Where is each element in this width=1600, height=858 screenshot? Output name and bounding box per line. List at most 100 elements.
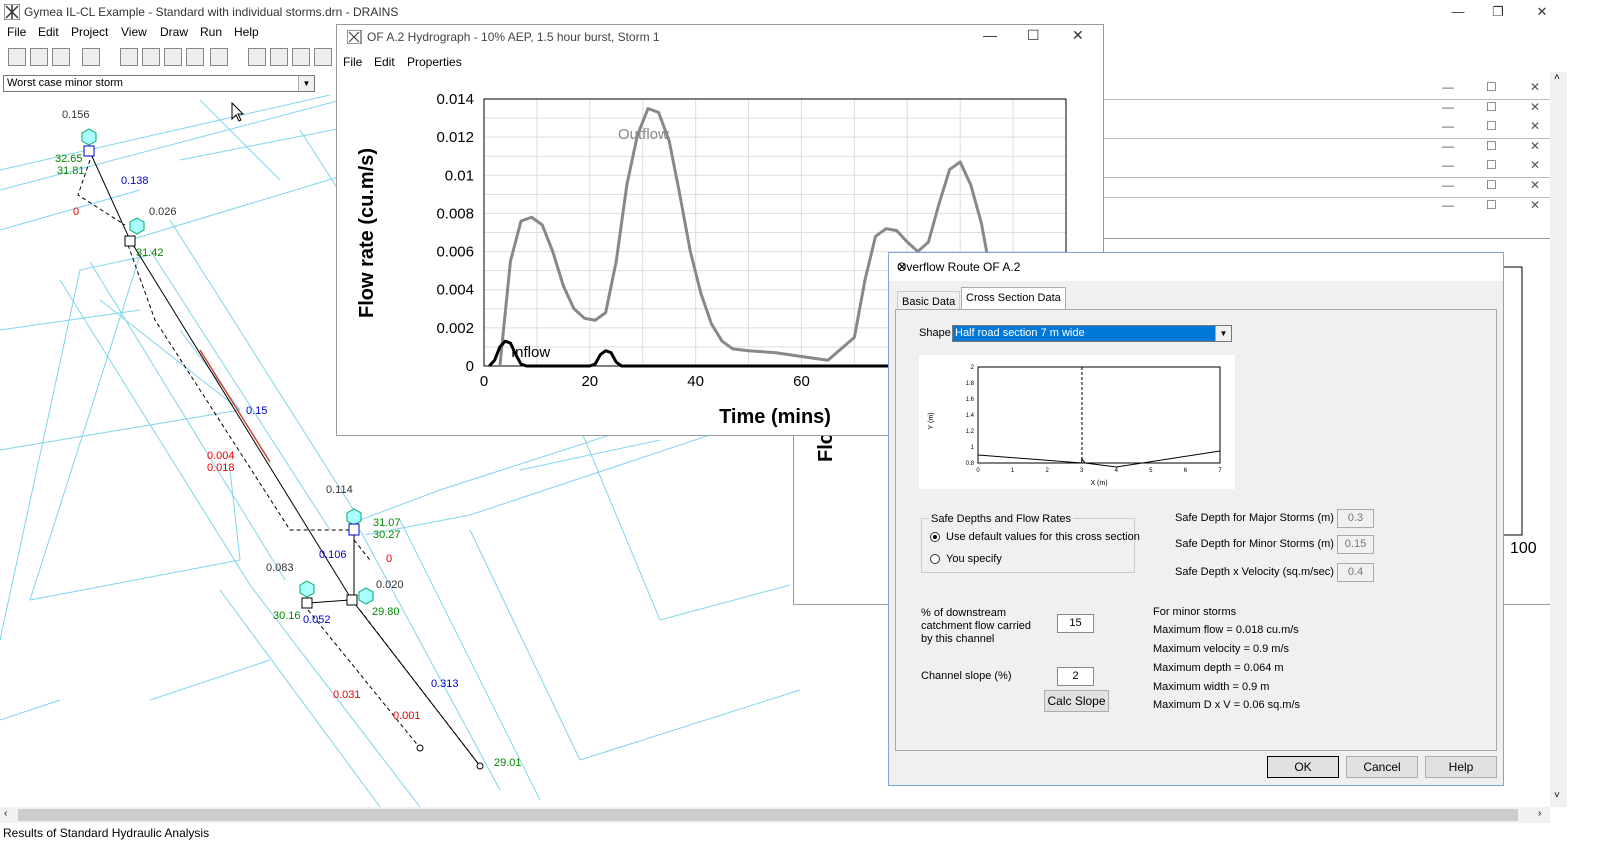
child-window-6[interactable]: — ☐ ✕: [1102, 178, 1552, 198]
restore-icon[interactable]: ☐: [1486, 119, 1497, 133]
close-button[interactable]: ✕: [1520, 2, 1564, 22]
close-icon[interactable]: ✕: [1530, 80, 1540, 94]
channel-tool-icon[interactable]: [186, 48, 204, 66]
horizontal-scrollbar[interactable]: ‹ ›: [0, 807, 1550, 823]
outlet-2-icon[interactable]: [476, 762, 484, 770]
channel-slope-input[interactable]: 2: [1057, 667, 1094, 686]
restore-icon[interactable]: ☐: [1486, 158, 1497, 172]
pct-flow-input[interactable]: 15: [1057, 614, 1094, 633]
close-icon[interactable]: ✕: [1530, 178, 1540, 192]
radio-default-values[interactable]: [930, 532, 940, 542]
safe-major-field[interactable]: 0.3: [1337, 509, 1374, 528]
pipe-tool-icon[interactable]: [270, 48, 288, 66]
scroll-left-icon[interactable]: ‹: [4, 808, 7, 819]
restore-icon[interactable]: ☐: [1486, 100, 1497, 114]
child-window-5[interactable]: — ☐ ✕: [1102, 158, 1552, 178]
minimize-icon[interactable]: —: [1442, 139, 1454, 153]
pit-tool-icon[interactable]: [142, 48, 160, 66]
tab-cross-section-data[interactable]: Cross Section Data: [961, 287, 1066, 310]
node-5-icon[interactable]: [358, 587, 374, 605]
cancel-button[interactable]: Cancel: [1346, 756, 1418, 778]
storage-tool-icon[interactable]: [164, 48, 182, 66]
node-2-icon[interactable]: [129, 217, 145, 235]
menu-view[interactable]: View: [121, 25, 147, 39]
scroll-thumb[interactable]: [18, 809, 1518, 821]
shape-select[interactable]: Half road section 7 m wide ▼: [952, 325, 1232, 342]
storm-select[interactable]: Worst case minor storm ▼: [3, 75, 315, 92]
pit-2-icon[interactable]: [124, 235, 136, 247]
grid-tool-icon[interactable]: [210, 48, 228, 66]
help-button[interactable]: Help: [1425, 756, 1497, 778]
close-icon[interactable]: ✕: [1530, 198, 1540, 212]
chevron-down-icon[interactable]: ▼: [1215, 326, 1231, 341]
pit-1-icon[interactable]: [83, 145, 95, 157]
close-icon[interactable]: ✕: [1530, 100, 1540, 114]
outlet-tool-icon[interactable]: [248, 48, 266, 66]
hydro-menu-file[interactable]: File: [343, 55, 362, 69]
node-tool-icon[interactable]: [120, 48, 138, 66]
child-window-4[interactable]: — ☐ ✕: [1102, 139, 1552, 159]
menu-project[interactable]: Project: [71, 25, 108, 39]
close-icon[interactable]: ✕: [1530, 119, 1540, 133]
label: 30.27: [373, 529, 401, 541]
scroll-right-icon[interactable]: ›: [1538, 808, 1541, 819]
menu-file[interactable]: File: [7, 25, 26, 39]
restore-icon[interactable]: ☐: [1486, 178, 1497, 192]
node-3-icon[interactable]: [346, 508, 362, 526]
menu-edit[interactable]: Edit: [38, 25, 59, 39]
safe-minor-field[interactable]: 0.15: [1337, 535, 1374, 554]
maximize-button[interactable]: ☐: [1027, 27, 1040, 44]
hydro-menu-properties[interactable]: Properties: [407, 55, 462, 69]
radio-you-specify[interactable]: [930, 554, 940, 564]
overflow-route-dialog[interactable]: Overflow Route OF A.2 ✕ Basic Data Cross…: [888, 252, 1504, 786]
child-window-7[interactable]: — ☐ ✕: [1102, 198, 1552, 239]
minimize-icon[interactable]: —: [1442, 178, 1454, 192]
restore-icon[interactable]: ☐: [1486, 80, 1497, 94]
x-tick-label: 0: [480, 373, 488, 390]
node-4-icon[interactable]: [299, 580, 315, 598]
tab-basic-data[interactable]: Basic Data: [897, 291, 961, 311]
minimize-icon[interactable]: —: [1442, 198, 1454, 212]
close-button[interactable]: ✕: [1072, 27, 1084, 44]
menu-help[interactable]: Help: [234, 25, 259, 39]
pit-3-icon[interactable]: [348, 523, 360, 536]
ok-button[interactable]: OK: [1267, 756, 1339, 778]
vertical-scrollbar[interactable]: ˄ ˅: [1550, 72, 1567, 807]
minimize-icon[interactable]: —: [1442, 158, 1454, 172]
close-icon[interactable]: ✕: [1530, 139, 1540, 153]
scroll-down-icon[interactable]: ˅: [1554, 790, 1560, 801]
xsec-x-tick: 3: [1080, 468, 1084, 474]
hydro-menu-edit[interactable]: Edit: [374, 55, 395, 69]
restore-button[interactable]: ❐: [1476, 2, 1520, 22]
minimize-button[interactable]: —: [983, 27, 997, 43]
child-window-3[interactable]: — ☐ ✕: [1102, 119, 1552, 139]
close-icon[interactable]: ✕: [897, 260, 1495, 274]
open-file-icon[interactable]: [30, 48, 48, 66]
overflow-tool-icon[interactable]: [292, 48, 310, 66]
close-icon[interactable]: ✕: [1530, 158, 1540, 172]
pit-4-icon[interactable]: [301, 597, 313, 609]
new-file-icon[interactable]: [8, 48, 26, 66]
child-window-2[interactable]: — ☐ ✕: [1102, 100, 1552, 120]
minimize-icon[interactable]: —: [1442, 100, 1454, 114]
restore-icon[interactable]: ☐: [1486, 198, 1497, 212]
scroll-up-icon[interactable]: ˄: [1554, 72, 1560, 83]
outlet-1-icon[interactable]: [416, 744, 424, 752]
radio-default-label[interactable]: Use default values for this cross sectio…: [946, 531, 1140, 543]
restore-icon[interactable]: ☐: [1486, 139, 1497, 153]
radio-you-specify-label[interactable]: You specify: [946, 553, 1002, 565]
minimize-button[interactable]: —: [1436, 2, 1480, 22]
calc-slope-button[interactable]: Calc Slope: [1044, 690, 1109, 712]
culvert-tool-icon[interactable]: [314, 48, 332, 66]
save-icon[interactable]: [52, 48, 70, 66]
pit-5-icon[interactable]: [346, 594, 358, 606]
menu-draw[interactable]: Draw: [160, 25, 188, 39]
minimize-icon[interactable]: —: [1442, 80, 1454, 94]
menu-run[interactable]: Run: [200, 25, 222, 39]
safe-dv-field[interactable]: 0.4: [1337, 563, 1374, 582]
minimize-icon[interactable]: —: [1442, 119, 1454, 133]
chevron-down-icon[interactable]: ▼: [298, 76, 314, 91]
child-window-1[interactable]: — ☐ ✕: [1102, 80, 1552, 100]
print-icon[interactable]: [82, 48, 100, 66]
node-1-icon[interactable]: [81, 128, 97, 146]
